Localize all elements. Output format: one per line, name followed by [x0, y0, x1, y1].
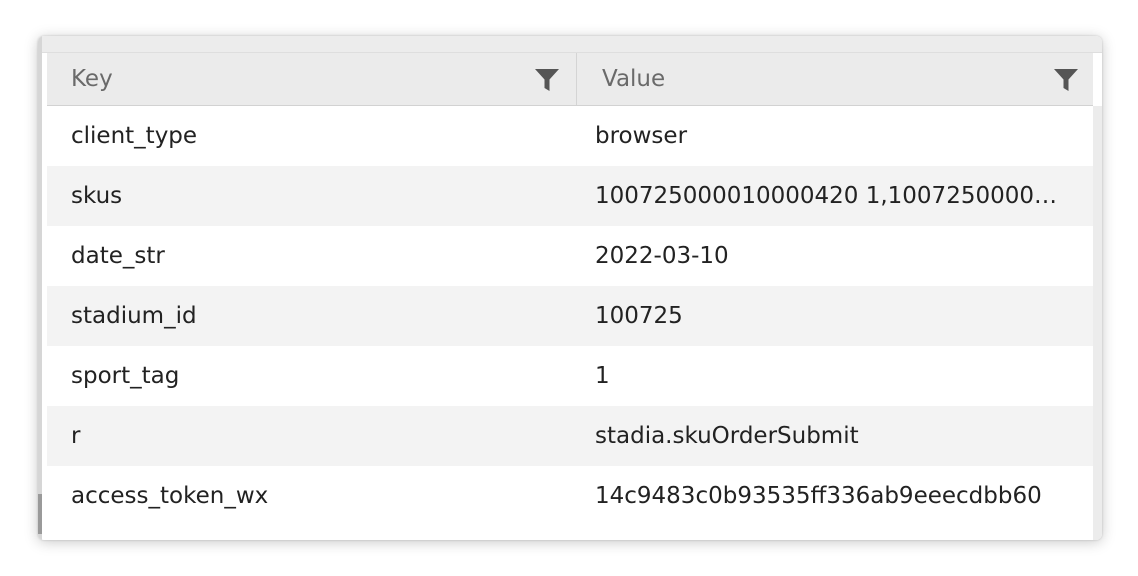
vertical-scrollbar[interactable] — [1093, 106, 1102, 540]
key-cell: access_token_wx — [71, 483, 269, 509]
key-cell: sport_tag — [71, 363, 180, 389]
value-cell: 14c9483c0b93535ff336ab9eeecdbb60 — [595, 483, 1042, 509]
value-cell: browser — [595, 123, 688, 149]
key-cell: stadium_id — [71, 303, 197, 329]
table-row[interactable]: sport_tag 1 — [47, 346, 1093, 406]
table-row[interactable]: client_type browser — [47, 106, 1093, 166]
left-edge-handle — [38, 494, 42, 534]
value-cell: 100725 — [595, 303, 683, 329]
key-cell: r — [71, 423, 81, 449]
left-edge — [38, 36, 42, 540]
filter-icon[interactable] — [534, 68, 560, 93]
table-row[interactable]: access_token_wx 14c9483c0b93535ff336ab9e… — [47, 466, 1093, 526]
key-value-table-panel: Key Value client_type browser skus 10072… — [38, 36, 1102, 540]
column-header-key-label: Key — [71, 66, 113, 92]
value-cell: 1 — [595, 363, 610, 389]
column-header-key[interactable]: Key — [47, 53, 577, 105]
top-strip — [42, 36, 1102, 53]
value-cell: 100725000010000420 1,1007250000100... — [595, 183, 1093, 209]
table-header: Key Value — [47, 53, 1093, 106]
key-cell: skus — [71, 183, 123, 209]
filter-icon[interactable] — [1053, 68, 1079, 93]
column-header-value[interactable]: Value — [577, 53, 1093, 105]
table-row[interactable]: r stadia.skuOrderSubmit — [47, 406, 1093, 466]
table-row[interactable]: date_str 2022-03-10 — [47, 226, 1093, 286]
table-row[interactable]: stadium_id 100725 — [47, 286, 1093, 346]
value-cell: 2022-03-10 — [595, 243, 729, 269]
key-cell: client_type — [71, 123, 198, 149]
value-cell: stadia.skuOrderSubmit — [595, 423, 859, 449]
column-header-value-label: Value — [602, 66, 666, 92]
table-row[interactable]: skus 100725000010000420 1,1007250000100.… — [47, 166, 1093, 226]
params-table: Key Value client_type browser skus 10072… — [47, 53, 1093, 526]
key-cell: date_str — [71, 243, 165, 269]
